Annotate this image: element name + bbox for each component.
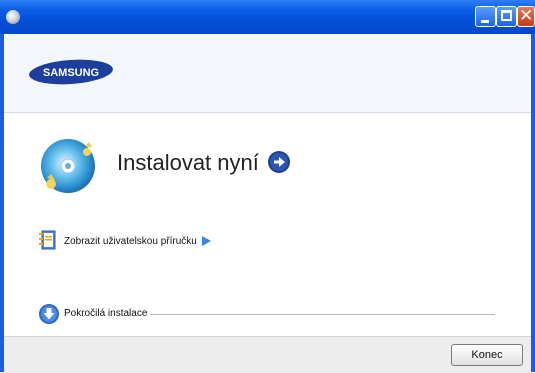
manual-icon	[39, 230, 56, 250]
expand-down-icon[interactable]	[38, 303, 60, 325]
minimize-icon	[481, 20, 489, 23]
close-button[interactable]: ✕	[517, 6, 535, 27]
disc-install-icon	[41, 139, 95, 193]
advanced-install-link[interactable]: Pokročilá instalace	[64, 308, 147, 319]
minimize-button[interactable]	[475, 6, 496, 27]
samsung-logo: SAMSUNG	[29, 59, 113, 85]
logo-text: SAMSUNG	[43, 67, 99, 79]
maximize-button[interactable]	[496, 6, 517, 27]
close-icon: ✕	[519, 6, 534, 26]
play-arrow-icon[interactable]	[200, 235, 212, 247]
title-bar: ✕	[0, 0, 535, 34]
maximize-icon	[501, 10, 512, 21]
finish-button[interactable]: Konec	[451, 344, 523, 366]
view-user-manual-link[interactable]: Zobrazit uživatelskou příručku	[64, 236, 197, 247]
app-icon	[6, 10, 20, 24]
install-now-title[interactable]: Instalovat nyní	[117, 150, 259, 176]
divider	[150, 314, 495, 315]
arrow-right-circle-icon[interactable]	[267, 150, 291, 174]
window-frame-right	[531, 34, 535, 372]
